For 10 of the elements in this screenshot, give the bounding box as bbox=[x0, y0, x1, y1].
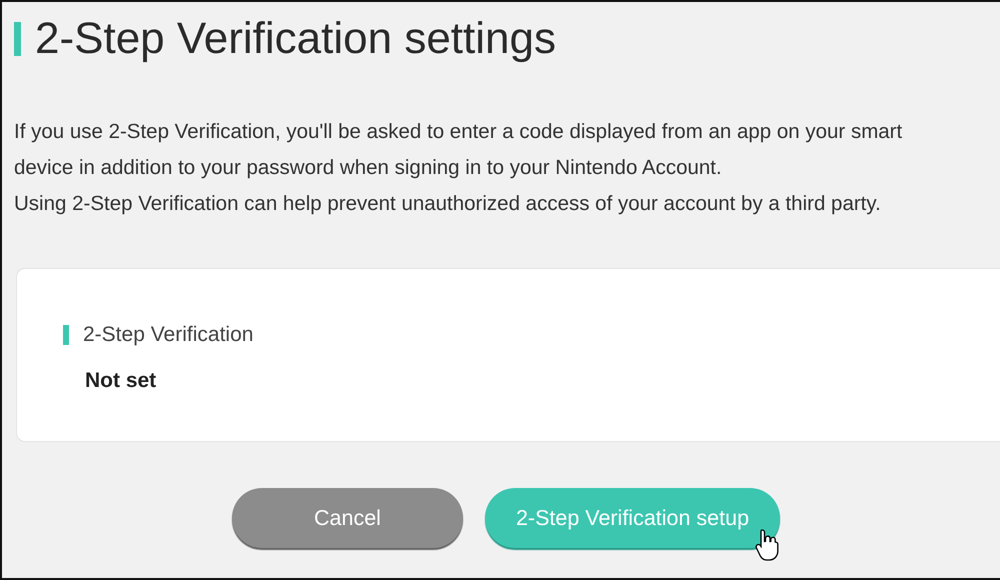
setup-button[interactable]: 2-Step Verification setup bbox=[485, 488, 780, 548]
setting-value: Not set bbox=[85, 369, 158, 393]
page-title: 2-Step Verification settings bbox=[35, 14, 556, 64]
setting-label: 2-Step Verification bbox=[83, 323, 254, 347]
label-accent-bar bbox=[63, 325, 69, 345]
hand-cursor-icon bbox=[755, 528, 781, 562]
title-accent-bar bbox=[14, 22, 21, 56]
cancel-button[interactable]: Cancel bbox=[232, 488, 463, 548]
description-text: Using 2-Step Verification can help prevent unauthorized access of your account by a third party. bbox=[14, 191, 882, 217]
description-text: If you use 2-Step Verification, you'll be asked to enter a code displayed from an app on your smart device in addition to your password when signing in to your Nintendo Account. bbox=[14, 119, 904, 181]
